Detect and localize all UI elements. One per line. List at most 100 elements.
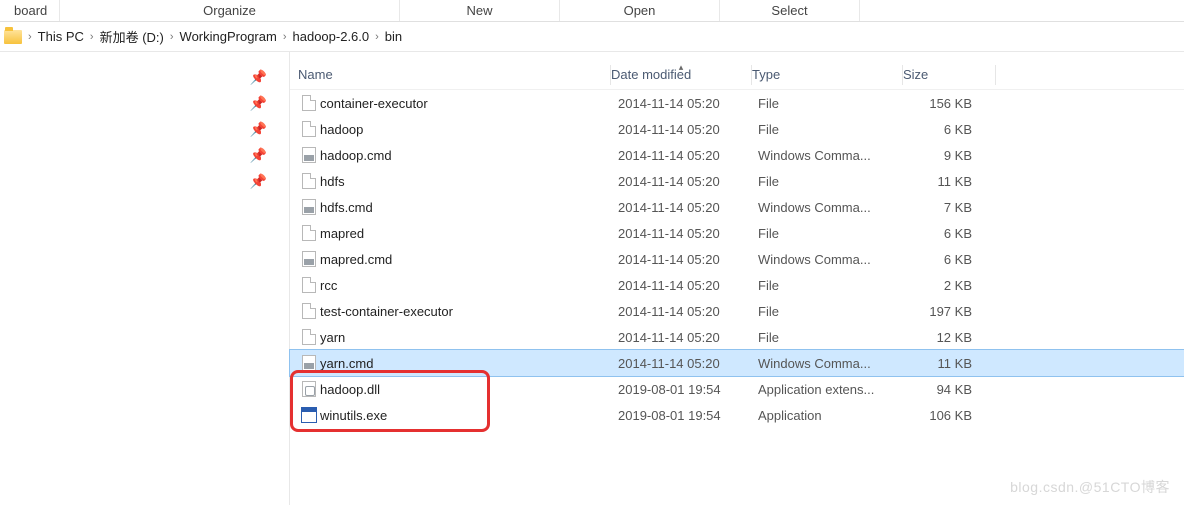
file-type: File (758, 304, 908, 319)
file-date: 2014-11-14 05:20 (618, 226, 758, 241)
file-date: 2014-11-14 05:20 (618, 200, 758, 215)
file-size: 12 KB (908, 330, 980, 345)
file-row[interactable]: mapred2014-11-14 05:20File6 KB (290, 220, 1184, 246)
file-icon (298, 95, 320, 111)
file-name: mapred.cmd (320, 252, 618, 267)
file-date: 2014-11-14 05:20 (618, 252, 758, 267)
pin-icon[interactable]: 📌 (250, 95, 267, 112)
chevron-right-icon[interactable]: › (28, 31, 32, 43)
file-icon (298, 173, 320, 189)
file-icon (298, 277, 320, 293)
file-icon (298, 303, 320, 319)
file-row[interactable]: winutils.exe2019-08-01 19:54Application1… (290, 402, 1184, 428)
file-row[interactable]: hdfs.cmd2014-11-14 05:20Windows Comma...… (290, 194, 1184, 220)
file-name: mapred (320, 226, 618, 241)
file-type: File (758, 330, 908, 345)
file-listing: Name ▴ Date modified Type Size container… (290, 52, 1184, 505)
file-date: 2014-11-14 05:20 (618, 122, 758, 137)
chevron-right-icon[interactable]: › (375, 31, 379, 43)
file-date: 2014-11-14 05:20 (618, 356, 758, 371)
file-size: 197 KB (908, 304, 980, 319)
file-type: Application extens... (758, 382, 908, 397)
column-headers: Name ▴ Date modified Type Size (290, 60, 1184, 90)
file-icon (298, 225, 320, 241)
cmd-icon (298, 147, 320, 163)
ribbon-tab-open[interactable]: Open (560, 0, 720, 21)
file-date: 2019-08-01 19:54 (618, 408, 758, 423)
file-type: File (758, 174, 908, 189)
file-size: 11 KB (908, 356, 980, 371)
file-row[interactable]: yarn.cmd2014-11-14 05:20Windows Comma...… (290, 350, 1184, 376)
file-row[interactable]: hdfs2014-11-14 05:20File11 KB (290, 168, 1184, 194)
file-size: 9 KB (908, 148, 980, 163)
file-row[interactable]: hadoop.dll2019-08-01 19:54Application ex… (290, 376, 1184, 402)
file-row[interactable]: container-executor2014-11-14 05:20File15… (290, 90, 1184, 116)
file-name: winutils.exe (320, 408, 618, 423)
ribbon-tab-clipboard[interactable]: board (0, 0, 60, 21)
file-name: hadoop.cmd (320, 148, 618, 163)
crumb-hadoop[interactable]: hadoop-2.6.0 (293, 29, 370, 44)
file-size: 6 KB (908, 226, 980, 241)
file-date: 2014-11-14 05:20 (618, 148, 758, 163)
file-row[interactable]: hadoop2014-11-14 05:20File6 KB (290, 116, 1184, 142)
file-name: hadoop (320, 122, 618, 137)
file-name: container-executor (320, 96, 618, 111)
file-row[interactable]: rcc2014-11-14 05:20File2 KB (290, 272, 1184, 298)
file-icon (298, 121, 320, 137)
breadcrumb[interactable]: › This PC › 新加卷 (D:) › WorkingProgram › … (0, 22, 1184, 52)
file-row[interactable]: test-container-executor2014-11-14 05:20F… (290, 298, 1184, 324)
file-type: Windows Comma... (758, 252, 908, 267)
pin-icon[interactable]: 📌 (250, 147, 267, 164)
file-date: 2014-11-14 05:20 (618, 278, 758, 293)
file-date: 2014-11-14 05:20 (618, 304, 758, 319)
dll-icon (298, 381, 320, 397)
file-type: Windows Comma... (758, 356, 908, 371)
crumb-workingprogram[interactable]: WorkingProgram (180, 29, 277, 44)
file-type: File (758, 122, 908, 137)
pin-icon[interactable]: 📌 (250, 173, 267, 190)
cmd-icon (298, 251, 320, 267)
file-name: test-container-executor (320, 304, 618, 319)
chevron-right-icon[interactable]: › (90, 31, 94, 43)
header-name[interactable]: Name (290, 67, 610, 82)
ribbon-tab-organize[interactable]: Organize (60, 0, 400, 21)
header-size[interactable]: Size (903, 67, 995, 82)
folder-icon (4, 30, 22, 44)
file-size: 156 KB (908, 96, 980, 111)
file-type: File (758, 278, 908, 293)
file-type: File (758, 226, 908, 241)
pin-icon[interactable]: 📌 (250, 69, 267, 86)
ribbon-tab-new[interactable]: New (400, 0, 560, 21)
file-name: hdfs (320, 174, 618, 189)
file-type: File (758, 96, 908, 111)
sort-ascending-icon: ▴ (679, 62, 684, 73)
file-size: 6 KB (908, 252, 980, 267)
file-row[interactable]: hadoop.cmd2014-11-14 05:20Windows Comma.… (290, 142, 1184, 168)
file-name: yarn.cmd (320, 356, 618, 371)
file-name: hadoop.dll (320, 382, 618, 397)
file-name: hdfs.cmd (320, 200, 618, 215)
file-type: Windows Comma... (758, 148, 908, 163)
cmd-icon (298, 199, 320, 215)
ribbon-tab-select[interactable]: Select (720, 0, 860, 21)
header-date[interactable]: ▴ Date modified (611, 67, 751, 82)
crumb-this-pc[interactable]: This PC (38, 29, 84, 44)
watermark: blog.csdn.@51CTO博客 (1010, 477, 1170, 497)
file-name: yarn (320, 330, 618, 345)
crumb-bin[interactable]: bin (385, 29, 402, 44)
file-date: 2014-11-14 05:20 (618, 96, 758, 111)
header-type[interactable]: Type (752, 67, 902, 82)
file-size: 11 KB (908, 174, 980, 189)
chevron-right-icon[interactable]: › (283, 31, 287, 43)
pin-icon[interactable]: 📌 (250, 121, 267, 138)
file-row[interactable]: mapred.cmd2014-11-14 05:20Windows Comma.… (290, 246, 1184, 272)
exe-icon (298, 407, 320, 423)
file-name: rcc (320, 278, 618, 293)
chevron-right-icon[interactable]: › (170, 31, 174, 43)
file-date: 2019-08-01 19:54 (618, 382, 758, 397)
file-row[interactable]: yarn2014-11-14 05:20File12 KB (290, 324, 1184, 350)
crumb-drive[interactable]: 新加卷 (D:) (100, 27, 164, 46)
quick-access-pane: 📌 📌 📌 📌 📌 (0, 52, 290, 505)
file-size: 94 KB (908, 382, 980, 397)
file-type: Windows Comma... (758, 200, 908, 215)
